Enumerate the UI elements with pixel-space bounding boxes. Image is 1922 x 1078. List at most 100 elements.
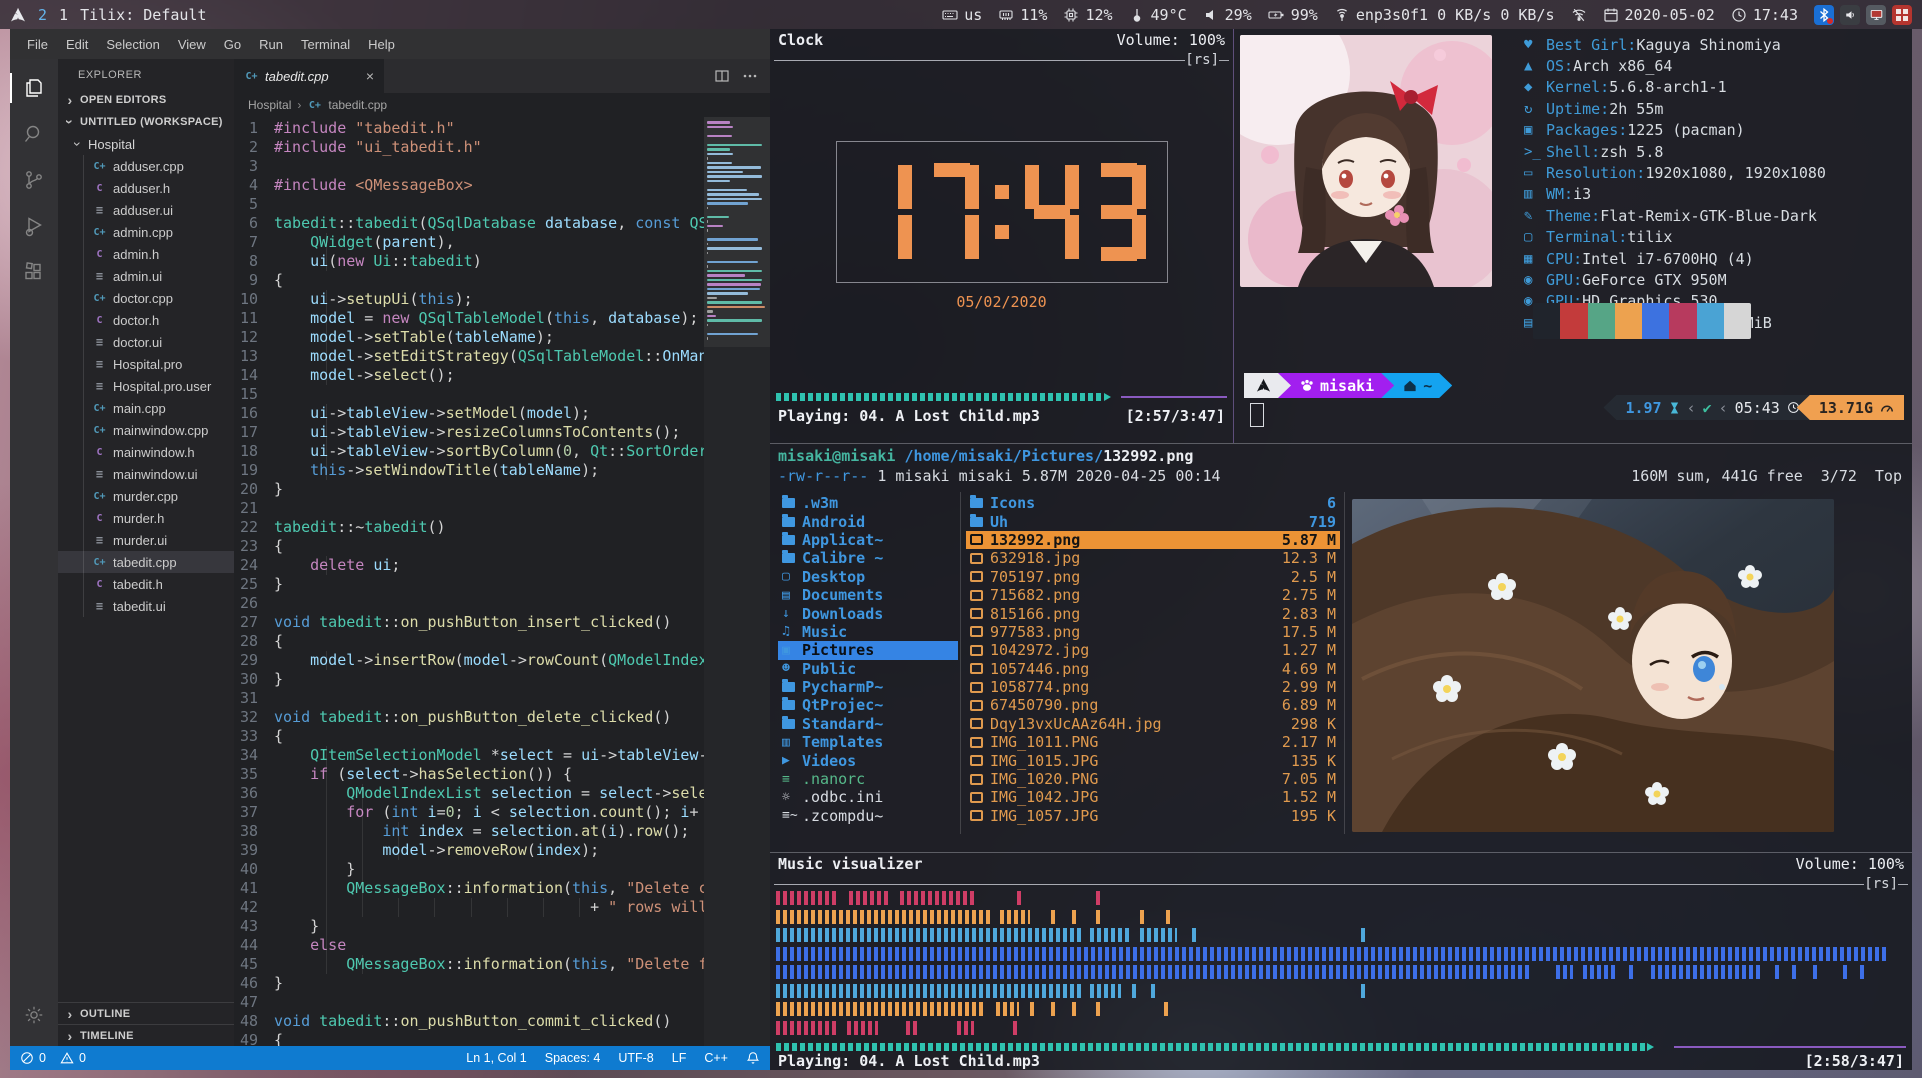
explorer-file-murder.h[interactable]: Cmurder.h bbox=[58, 507, 234, 529]
menu-item-file[interactable]: File bbox=[18, 37, 57, 52]
workspace-section[interactable]: › UNTITLED (WORKSPACE) bbox=[58, 111, 234, 133]
code-editor[interactable]: 1 #include "tabedit.h" 2 #include "ui_tabed… bbox=[234, 117, 770, 1046]
clock-pane[interactable]: Clock Volume: 100% [rs] 05/02/2020 Playi… bbox=[770, 29, 1233, 443]
menu-item-help[interactable]: Help bbox=[359, 37, 404, 52]
dir-nanorc[interactable]: ≡ .nanorc bbox=[778, 770, 958, 788]
explorer-file-murder.ui[interactable]: ≡ murder.ui bbox=[58, 529, 234, 551]
folder-hospital[interactable]: › Hospital bbox=[58, 133, 234, 155]
explorer-file-admin.cpp[interactable]: C+ admin.cpp bbox=[58, 221, 234, 243]
explorer-file-tabedit.h[interactable]: Ctabedit.h bbox=[58, 573, 234, 595]
tab-close-icon[interactable]: × bbox=[366, 68, 374, 84]
workspace-button-1[interactable]: 1 bbox=[59, 6, 68, 24]
manage-gear-icon[interactable] bbox=[10, 992, 58, 1038]
timeline-section[interactable]: › TIMELINE bbox=[58, 1024, 234, 1046]
tab-tabedit-cpp[interactable]: C+ tabedit.cpp × bbox=[234, 59, 384, 93]
tray-volume-icon[interactable] bbox=[1840, 4, 1860, 25]
fetch-pane[interactable]: ♥ Best Girl: Kaguya Shinomiya ▲ OS: Arch x8… bbox=[1234, 29, 1912, 443]
menu-item-terminal[interactable]: Terminal bbox=[292, 37, 359, 52]
file-IMG1015JPG[interactable]: IMG_1015.JPG 135 K bbox=[966, 751, 1340, 770]
explorer-file-doctor.ui[interactable]: ≡ doctor.ui bbox=[58, 331, 234, 353]
dir-Videos[interactable]: ▶ Videos bbox=[778, 751, 958, 770]
breadcrumb[interactable]: Hospital › C+ tabedit.cpp bbox=[234, 93, 770, 117]
explorer-file-adduser.cpp[interactable]: C+ adduser.cpp bbox=[58, 155, 234, 177]
dir-Applicat[interactable]: Applicat~ bbox=[778, 531, 958, 549]
dir-Templates[interactable]: ▥ Templates bbox=[778, 733, 958, 751]
dir-w3m[interactable]: .w3m bbox=[778, 494, 958, 512]
explorer-file-tabedit.cpp[interactable]: C+ tabedit.cpp bbox=[58, 551, 234, 573]
explorer-file-mainwindow.h[interactable]: Cmainwindow.h bbox=[58, 441, 234, 463]
tray-vault-icon[interactable] bbox=[1892, 4, 1912, 25]
file-705197png[interactable]: 705197.png 2.5 M bbox=[966, 568, 1340, 586]
dir-Documents[interactable]: ▤ Documents bbox=[778, 586, 958, 604]
dir-Android[interactable]: Android bbox=[778, 512, 958, 531]
music-progress-bar[interactable] bbox=[776, 1043, 1906, 1051]
dir-Standard[interactable]: Standard~ bbox=[778, 715, 958, 733]
problems-errors[interactable]: 0 bbox=[20, 1051, 46, 1065]
explorer-file-adduser.ui[interactable]: ≡ adduser.ui bbox=[58, 199, 234, 221]
status-language[interactable]: C++ bbox=[704, 1051, 728, 1065]
file-IMG1020PNG[interactable]: IMG_1020.PNG 7.05 M bbox=[966, 770, 1340, 788]
file-715682png[interactable]: 715682.png 2.75 M bbox=[966, 586, 1340, 604]
explorer-file-admin.ui[interactable]: ≡ admin.ui bbox=[58, 265, 234, 287]
file-1057446png[interactable]: 1057446.png 4.69 M bbox=[966, 660, 1340, 678]
explorer-file-Hospital.pro.user[interactable]: ≡ Hospital.pro.user bbox=[58, 375, 234, 397]
file-IMG1042JPG[interactable]: IMG_1042.JPG 1.52 M bbox=[966, 788, 1340, 806]
file-1058774png[interactable]: 1058774.png 2.99 M bbox=[966, 678, 1340, 696]
minimap-slider[interactable] bbox=[704, 117, 770, 347]
music-progress-bar[interactable] bbox=[776, 393, 1227, 401]
explorer-icon[interactable] bbox=[10, 65, 58, 111]
file-67450790png[interactable]: 67450790.png 6.89 M bbox=[966, 696, 1340, 714]
explorer-file-doctor.h[interactable]: Cdoctor.h bbox=[58, 309, 234, 331]
tray-bluetooth-icon[interactable] bbox=[1814, 4, 1834, 25]
dir-Desktop[interactable]: ▢ Desktop bbox=[778, 568, 958, 586]
dir-Music[interactable]: ♫ Music bbox=[778, 623, 958, 641]
menu-item-run[interactable]: Run bbox=[250, 37, 292, 52]
notifications-bell-icon[interactable] bbox=[746, 1051, 760, 1065]
dir-Calibre[interactable]: Calibre ~ bbox=[778, 549, 958, 567]
file-1042972jpg[interactable]: 1042972.jpg 1.27 M bbox=[966, 641, 1340, 659]
explorer-file-adduser.h[interactable]: Cadduser.h bbox=[58, 177, 234, 199]
file-977583png[interactable]: 977583.png 17.5 M bbox=[966, 623, 1340, 641]
status-encoding[interactable]: UTF-8 bbox=[618, 1051, 653, 1065]
explorer-file-mainwindow.ui[interactable]: ≡ mainwindow.ui bbox=[58, 463, 234, 485]
menu-item-go[interactable]: Go bbox=[215, 37, 250, 52]
dir-Pictures[interactable]: ▣ Pictures bbox=[778, 641, 958, 660]
file-632918jpg[interactable]: 632918.jpg 12.3 M bbox=[966, 549, 1340, 567]
explorer-file-tabedit.ui[interactable]: ≡ tabedit.ui bbox=[58, 595, 234, 617]
file-IMG1011PNG[interactable]: IMG_1011.PNG 2.17 M bbox=[966, 733, 1340, 751]
dir-odbcini[interactable]: ☼ .odbc.ini bbox=[778, 788, 958, 806]
tray-display-icon[interactable] bbox=[1866, 4, 1886, 25]
open-editors-section[interactable]: › OPEN EDITORS bbox=[58, 89, 234, 111]
split-editor-icon[interactable] bbox=[714, 68, 730, 84]
dir-Public[interactable]: ☻ Public bbox=[778, 660, 958, 678]
file-IMG1057JPG[interactable]: IMG_1057.JPG 195 K bbox=[966, 807, 1340, 825]
dir-zcompdu[interactable]: ≡~ .zcompdu~ bbox=[778, 807, 958, 825]
minimap[interactable] bbox=[704, 117, 770, 1046]
file-815166png[interactable]: 815166.png 2.83 M bbox=[966, 604, 1340, 623]
more-actions-icon[interactable] bbox=[742, 68, 758, 84]
ranger-pane[interactable]: misaki@misaki /home/misaki/Pictures/1329… bbox=[770, 443, 1912, 852]
visualizer-pane[interactable]: Music visualizer Volume: 100% [rs] Playi… bbox=[770, 852, 1912, 1070]
dir-QtProjec[interactable]: QtProjec~ bbox=[778, 696, 958, 714]
dir-Downloads[interactable]: ↓ Downloads bbox=[778, 604, 958, 623]
outline-section[interactable]: › OUTLINE bbox=[58, 1002, 234, 1024]
source-control-icon[interactable] bbox=[10, 157, 58, 203]
menu-item-view[interactable]: View bbox=[169, 37, 215, 52]
status-line-col[interactable]: Ln 1, Col 1 bbox=[466, 1051, 526, 1065]
file-Dqy13vxUcAAz64Hjpg[interactable]: Dqy13vxUcAAz64H.jpg 298 K bbox=[966, 715, 1340, 733]
explorer-file-Hospital.pro[interactable]: ≡ Hospital.pro bbox=[58, 353, 234, 375]
search-icon[interactable] bbox=[10, 111, 58, 157]
status-eol[interactable]: LF bbox=[672, 1051, 687, 1065]
run-debug-icon[interactable] bbox=[10, 203, 58, 249]
workspace-button-2[interactable]: 2 bbox=[38, 6, 47, 24]
problems-warnings[interactable]: 0 bbox=[60, 1051, 86, 1065]
file-Uh[interactable]: Uh 719 bbox=[966, 512, 1340, 531]
file-Icons[interactable]: Icons 6 bbox=[966, 494, 1340, 512]
explorer-file-admin.h[interactable]: Cadmin.h bbox=[58, 243, 234, 265]
status-spaces[interactable]: Spaces: 4 bbox=[545, 1051, 601, 1065]
explorer-file-main.cpp[interactable]: C+ main.cpp bbox=[58, 397, 234, 419]
file-132992png[interactable]: 132992.png 5.87 M bbox=[966, 530, 1340, 550]
menu-item-selection[interactable]: Selection bbox=[97, 37, 168, 52]
extensions-icon[interactable] bbox=[10, 249, 58, 295]
menu-item-edit[interactable]: Edit bbox=[57, 37, 97, 52]
